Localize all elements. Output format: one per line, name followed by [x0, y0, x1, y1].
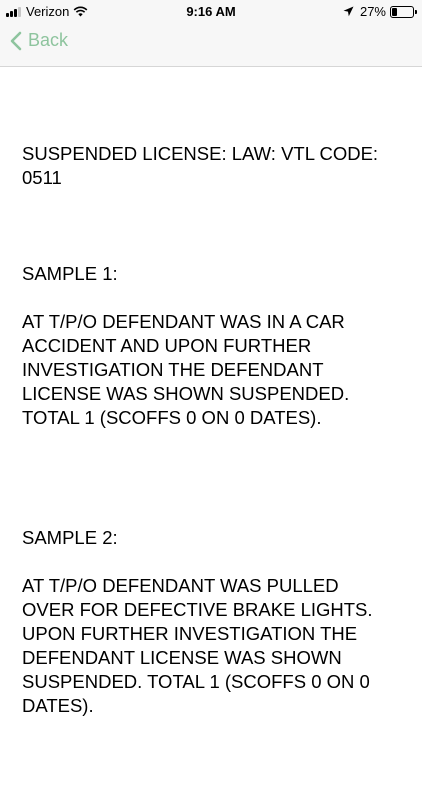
status-right: 27% — [343, 4, 417, 19]
back-label: Back — [28, 30, 69, 50]
sample-1: SAMPLE 1: AT T/P/O DEFENDANT WAS IN A CA… — [22, 238, 402, 454]
battery-percent: 27% — [359, 4, 386, 19]
location-arrow-icon — [343, 6, 354, 17]
sample-2: SAMPLE 2: AT T/P/O DEFENDANT WAS PULLED … — [22, 502, 402, 742]
violation-detail: SUSPENDED LICENSE: LAW: VTL CODE: 0511 S… — [22, 118, 402, 790]
status-bar: Verizon 9:16 AM 27% — [0, 0, 422, 24]
battery-icon — [390, 5, 417, 18]
sample-2-title: SAMPLE 2: — [22, 527, 118, 548]
sample-1-title: SAMPLE 1: — [22, 263, 118, 284]
back-button[interactable]: Back — [10, 30, 68, 51]
sample-1-text: AT T/P/O DEFENDANT WAS IN A CAR ACCIDENT… — [22, 311, 350, 428]
chevron-left-icon — [10, 31, 22, 50]
navigation-bar: Back — [0, 24, 422, 67]
violation-heading: SUSPENDED LICENSE: LAW: VTL CODE: 0511 — [22, 143, 379, 188]
sample-2-text: AT T/P/O DEFENDANT WAS PULLED OVER FOR D… — [22, 575, 373, 716]
